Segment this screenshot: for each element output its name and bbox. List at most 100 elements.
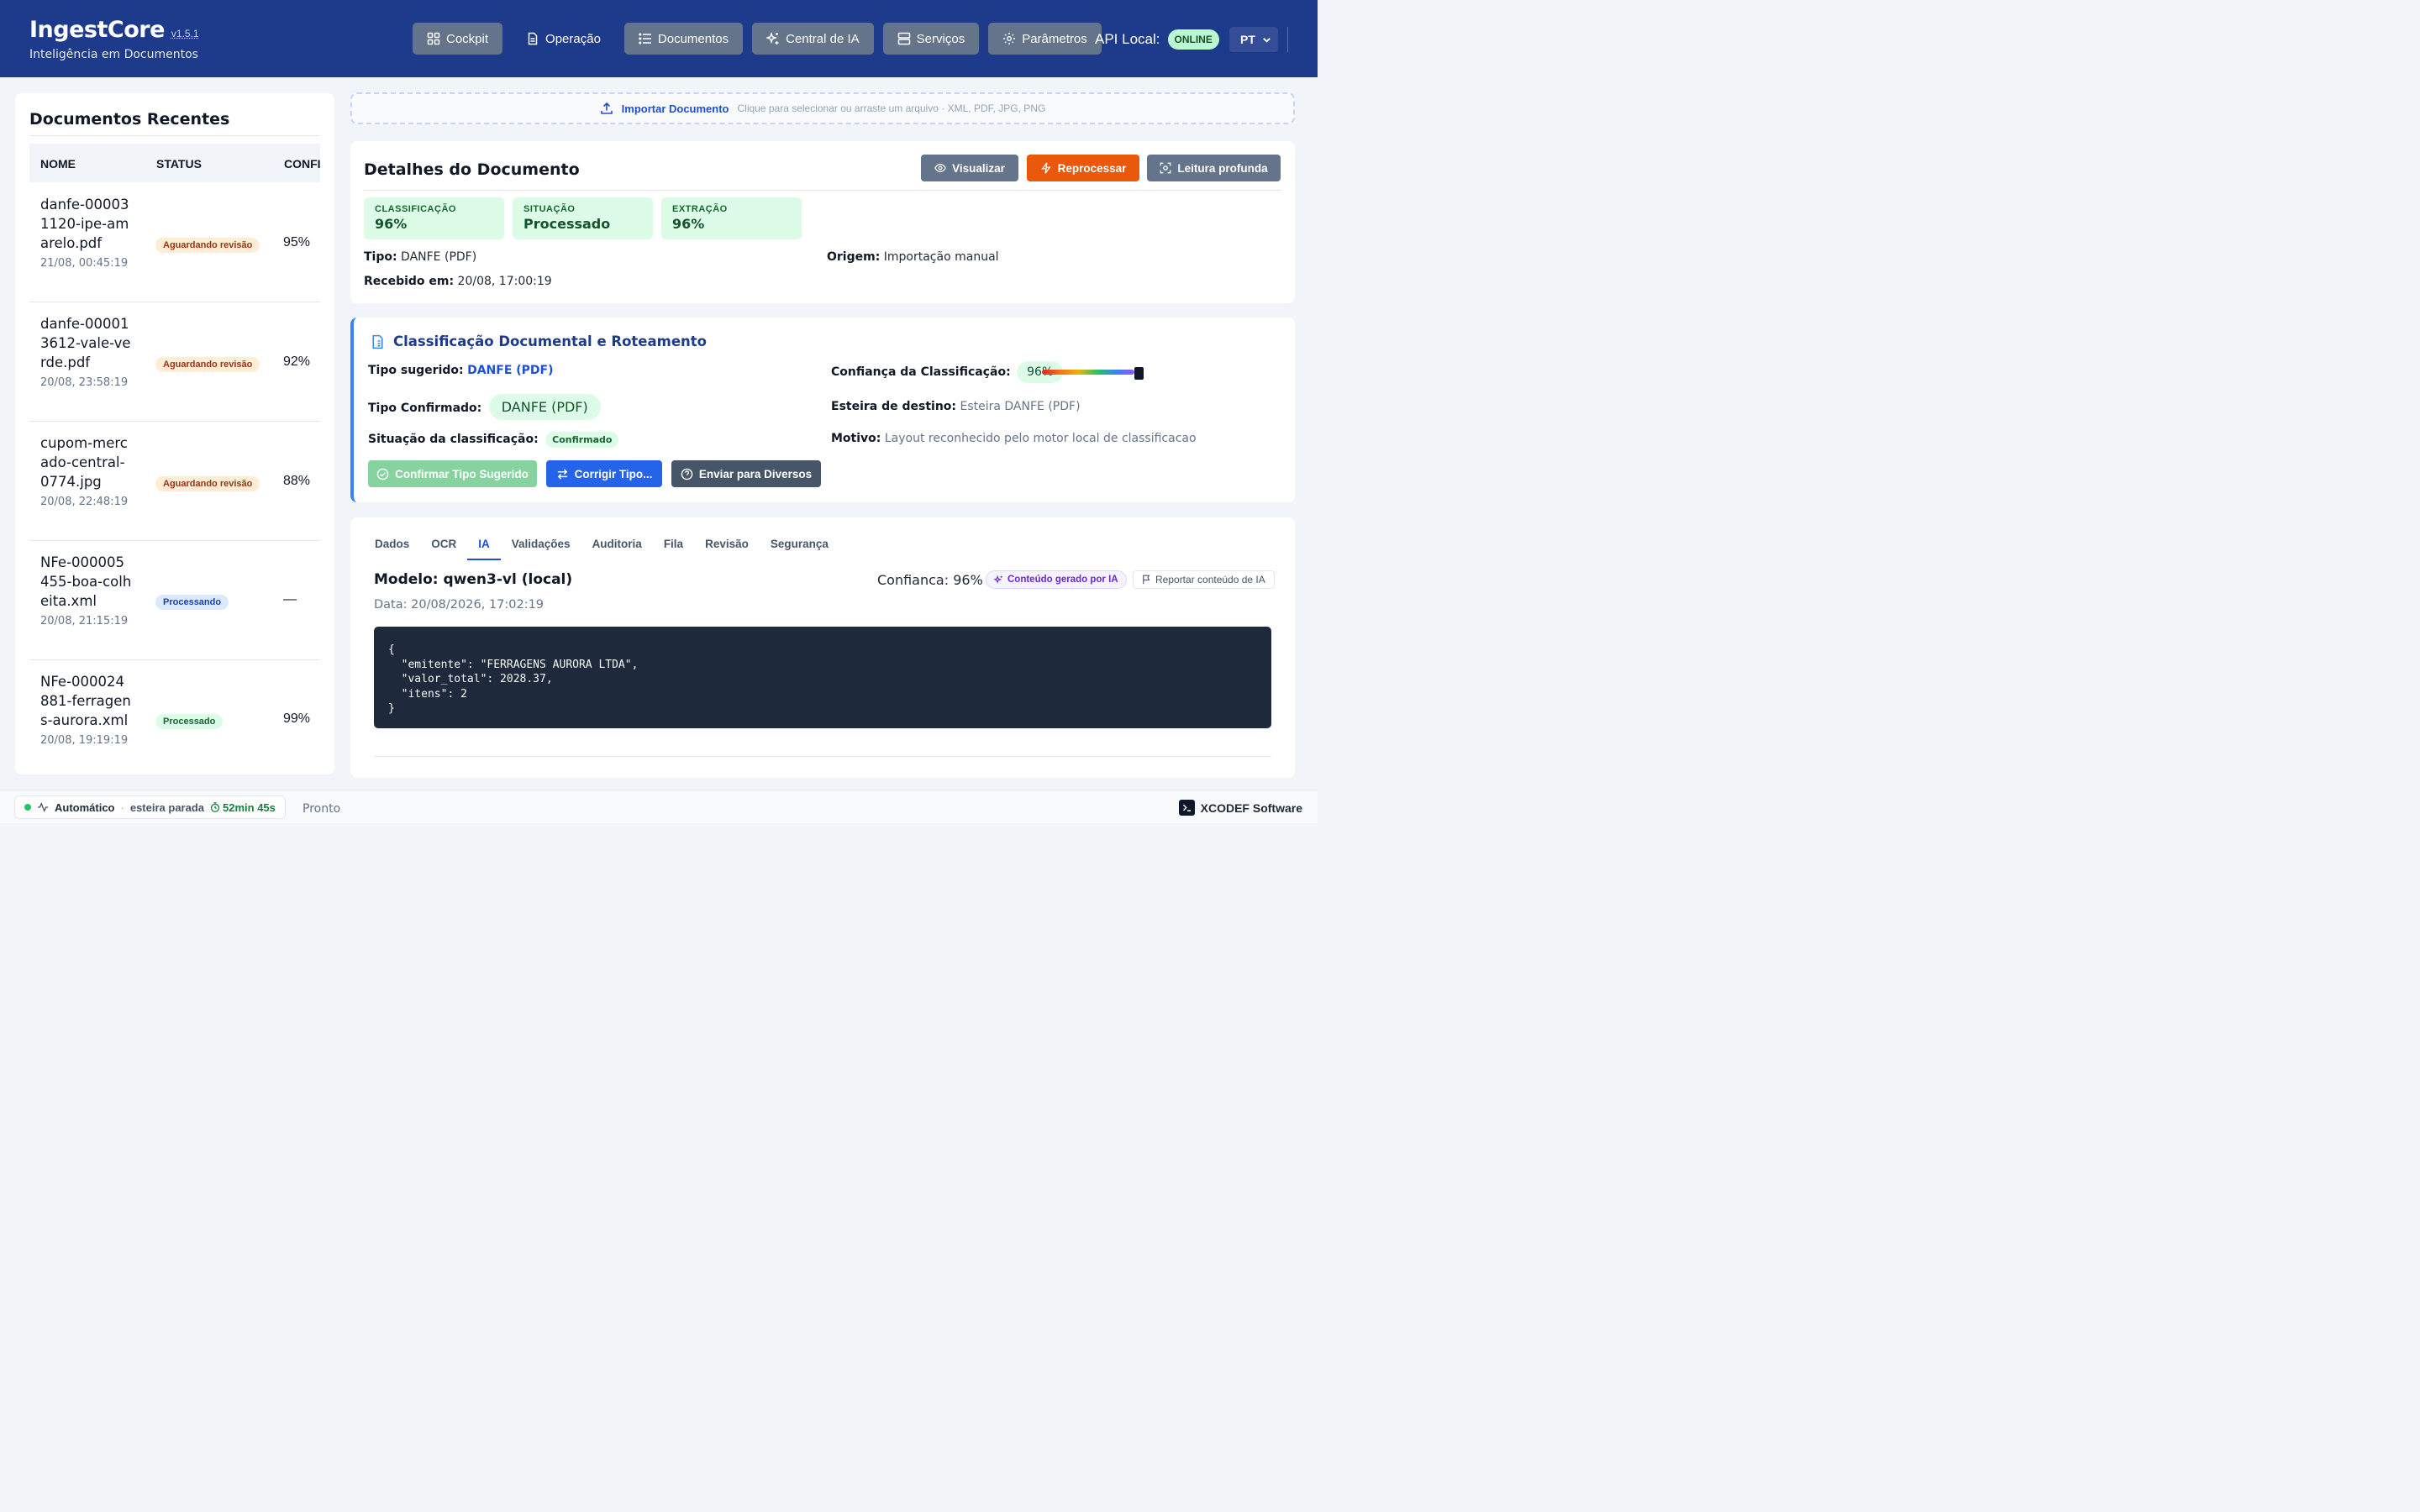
nav-operacao[interactable]: Operação — [512, 23, 615, 55]
doc-type-value: DANFE (PDF) — [401, 250, 477, 264]
upload-dropzone[interactable]: Importar Documento Clique para seleciona… — [350, 92, 1295, 124]
doc-type: Tipo: DANFE (PDF) — [364, 250, 476, 264]
nav-label: Documentos — [657, 31, 729, 46]
version-label[interactable]: v1.5.1 — [171, 28, 199, 39]
list-icon — [639, 33, 651, 45]
fix-type-label: Corrigir Tipo... — [574, 467, 653, 480]
help-circle-icon — [681, 468, 693, 480]
view-label: Visualizar — [952, 161, 1005, 175]
language-value: PT — [1240, 33, 1255, 46]
table-row[interactable]: danfe-000013612-vale-verde.pdf 20/08, 23:… — [29, 302, 320, 422]
tab-fila[interactable]: Fila — [653, 538, 694, 560]
metric-value: Processado — [523, 216, 611, 232]
vendor-brand: XCODEF Software — [1178, 800, 1302, 816]
metric-situation: SITUAÇÃO Processado — [513, 197, 653, 239]
deep-read-label: Leitura profunda — [1177, 161, 1268, 175]
language-select[interactable]: PT — [1229, 27, 1278, 52]
flag-icon — [1143, 575, 1150, 585]
doc-origin: Origem: Importação manual — [827, 250, 999, 264]
status-badge: Processado — [155, 714, 224, 729]
doc-received-value: 20/08, 17:00:19 — [457, 275, 552, 288]
confidence-value: 95% — [283, 235, 311, 249]
table-row[interactable]: NFe-000005455-boa-colheita.xml 20/08, 21:… — [29, 541, 320, 660]
automation-status[interactable]: Automático · esteira parada 52min 45s — [14, 795, 286, 819]
online-badge: ONLINE — [1167, 29, 1219, 50]
nav-parametros[interactable]: Parâmetros — [988, 23, 1102, 55]
bolt-icon — [1040, 162, 1051, 174]
situation-badge: Confirmado — [545, 432, 619, 448]
main-nav: Cockpit Operação Documentos Central de I… — [413, 23, 1102, 55]
document-list-icon — [372, 334, 383, 349]
column-header-name[interactable]: NOME — [40, 157, 76, 171]
nav-label: Serviços — [916, 31, 965, 46]
nav-label: Operação — [545, 31, 601, 46]
confirm-suggested-button[interactable]: Confirmar Tipo Sugerido — [368, 460, 537, 487]
upload-hint: Clique para selecionar ou arraste um arq… — [737, 102, 1046, 114]
api-status: API Local: ONLINE — [1095, 29, 1219, 50]
metric-label: EXTRAÇÃO — [672, 204, 728, 214]
tab-revisao[interactable]: Revisão — [694, 538, 760, 560]
document-name: danfe-000013612-vale-verde.pdf — [40, 316, 131, 370]
upload-label: Importar Documento — [621, 102, 729, 115]
online-dot — [24, 804, 31, 811]
gear-icon — [1003, 33, 1016, 45]
recent-documents-panel: Documentos Recentes NOME STATUS CONFI da… — [15, 93, 334, 774]
classification-reason: Motivo: Layout reconhecido pelo motor lo… — [831, 432, 1197, 445]
fix-type-button[interactable]: Corrigir Tipo... — [546, 460, 662, 487]
column-header-confidence[interactable]: CONFI — [284, 157, 321, 171]
details-title: Detalhes do Documento — [364, 160, 580, 179]
separator: · — [120, 801, 124, 814]
tab-seguranca[interactable]: Segurança — [760, 538, 839, 560]
classification-situation: Situação da classificação: Confirmado — [368, 432, 619, 448]
send-to-misc-label: Enviar para Diversos — [698, 467, 813, 480]
suggested-type-link[interactable]: DANFE (PDF) — [467, 364, 553, 377]
table-row[interactable]: danfe-000031120-ipe-amarelo.pdf 21/08, 00… — [29, 183, 320, 302]
report-ai-button[interactable]: Reportar conteúdo de IA — [1133, 570, 1275, 589]
confidence-value: 88% — [283, 474, 311, 488]
tab-auditoria[interactable]: Auditoria — [581, 538, 653, 560]
confidence-bar — [1042, 370, 1134, 375]
nav-documentos[interactable]: Documentos — [623, 23, 744, 55]
document-name: cupom-mercado-central-0774.jpg — [40, 435, 128, 490]
table-row[interactable]: cupom-mercado-central-0774.jpg 20/08, 22:… — [29, 422, 320, 541]
classification-confidence: Confiança da Classificação: 96% — [831, 361, 1064, 383]
ia-json-output: { "emitente": "FERRAGENS AURORA LTDA", "… — [374, 627, 1271, 728]
reprocess-label: Reprocessar — [1057, 161, 1127, 175]
doc-origin-label: Origem: — [827, 250, 881, 264]
model-name: Modelo: qwen3-vl (local) — [374, 571, 573, 588]
report-ai-label: Reportar conteúdo de IA — [1155, 574, 1265, 585]
confirmed-type: Tipo Confirmado: DANFE (PDF) — [368, 394, 601, 420]
nav-cockpit[interactable]: Cockpit — [413, 23, 503, 55]
classification-title-text: Classificação Documental e Roteamento — [393, 333, 707, 349]
metric-value: 96% — [375, 216, 408, 232]
timer-value: 52min 45s — [223, 801, 276, 814]
classification-card: Classificação Documental e Roteamento Ti… — [350, 318, 1295, 502]
tab-ocr[interactable]: OCR — [420, 538, 467, 560]
app-header: IngestCore v1.5.1 Inteligência em Docume… — [0, 0, 1318, 77]
nav-servicos[interactable]: Serviços — [882, 23, 980, 55]
reprocess-button[interactable]: Reprocessar — [1027, 155, 1139, 181]
doc-type-label: Tipo: — [364, 250, 397, 264]
check-circle-icon — [376, 468, 389, 480]
send-to-misc-button[interactable]: Enviar para Diversos — [671, 460, 821, 487]
column-header-status[interactable]: STATUS — [156, 157, 202, 171]
brand-subtitle: Inteligência em Documentos — [29, 48, 198, 61]
metric-classification: CLASSIFICAÇÃO 96% — [364, 197, 504, 239]
upload-icon — [600, 102, 613, 114]
ai-generated-label: Conteúdo gerado por IA — [1007, 575, 1118, 585]
table-row[interactable]: NFe-000024881-ferragens-aurora.xml 20/08,… — [29, 660, 320, 759]
confidence-value: 99% — [283, 711, 311, 726]
nav-central-ia[interactable]: Central de IA — [752, 23, 874, 55]
system-state: Pronto — [302, 802, 341, 816]
nav-label: Cockpit — [446, 31, 489, 46]
document-name: NFe-000024881-ferragens-aurora.xml — [40, 674, 131, 728]
timer-icon — [210, 802, 220, 812]
tab-dados[interactable]: Dados — [364, 538, 420, 560]
document-date: 20/08, 19:19:19 — [40, 734, 129, 747]
tab-ia[interactable]: IA — [467, 538, 501, 560]
tab-validacoes[interactable]: Validações — [501, 538, 581, 560]
header-divider — [1287, 27, 1288, 52]
deep-read-button[interactable]: Leitura profunda — [1147, 155, 1281, 181]
view-button[interactable]: Visualizar — [921, 155, 1018, 181]
status-badge: Aguardando revisão — [155, 476, 260, 491]
